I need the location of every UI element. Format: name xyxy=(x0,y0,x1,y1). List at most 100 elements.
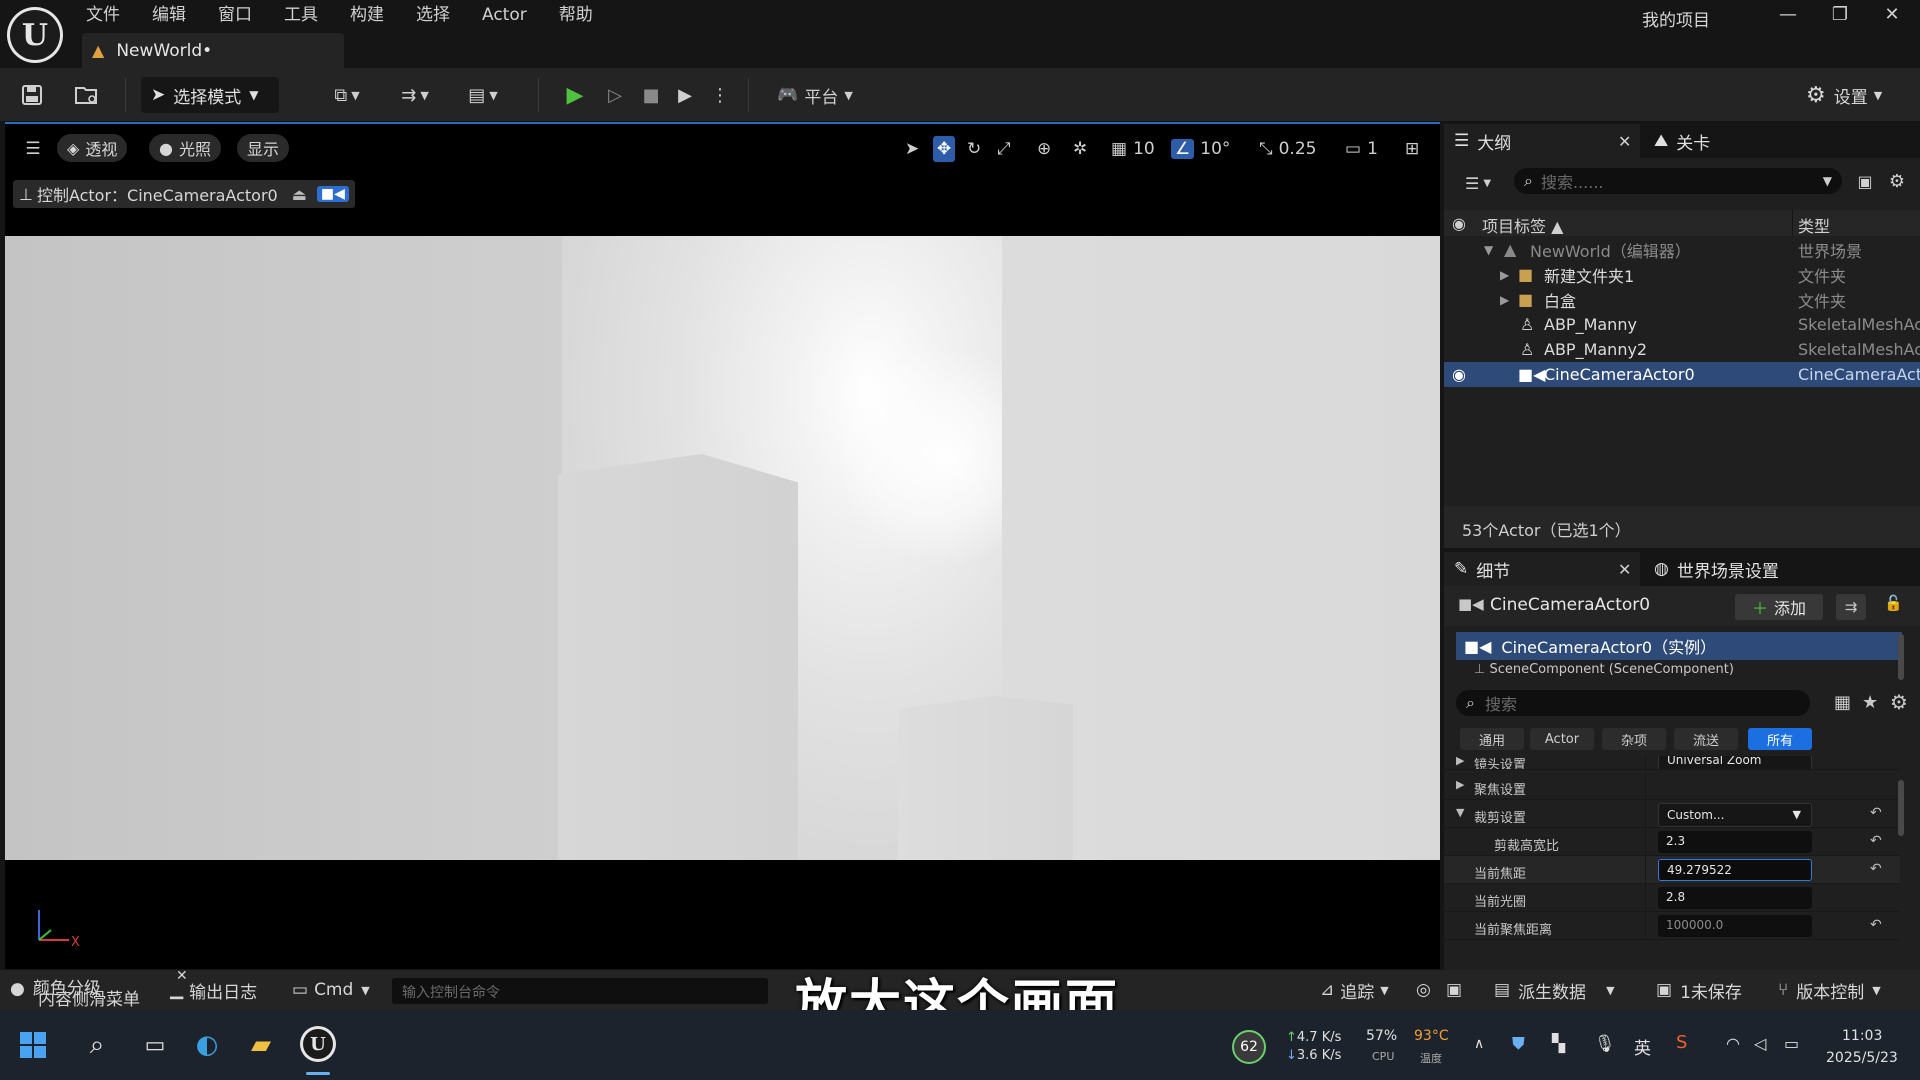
outliner-settings-icon[interactable]: ⚙ xyxy=(1884,164,1910,198)
layout-icon[interactable]: ⊞ xyxy=(1405,136,1419,162)
tray-app-icon[interactable]: ▚ xyxy=(1552,1034,1565,1054)
filter-streaming[interactable]: 流送 xyxy=(1674,728,1738,750)
sogou-input-icon[interactable]: S xyxy=(1676,1032,1687,1053)
menu-window[interactable]: 窗口 xyxy=(202,0,268,30)
tray-expand-icon[interactable]: ∧ xyxy=(1474,1036,1484,1052)
filter-icon[interactable]: ☰ ▼ xyxy=(1458,166,1498,200)
cmd-dropdown[interactable]: ▭ Cmd ▼ xyxy=(292,970,370,1010)
component-instance-row[interactable]: ■◀ CineCameraActor0（实例） xyxy=(1456,632,1902,660)
play-options-icon[interactable]: ⋮ xyxy=(708,78,732,112)
expand-arrow-icon[interactable]: ▶ xyxy=(1456,756,1464,767)
live-coding-icon[interactable]: ◎ xyxy=(1416,970,1431,1010)
reset-icon[interactable]: ↶ xyxy=(1870,917,1882,933)
eject-play-icon[interactable]: ▶ xyxy=(670,78,700,112)
battery-icon[interactable]: ▭ xyxy=(1784,1034,1799,1053)
column-label[interactable]: 项目标签 ▲ xyxy=(1482,213,1563,237)
prop-lens-settings[interactable]: ▶ 镜头设置 Universal Zoom xyxy=(1444,756,1900,770)
menu-build[interactable]: 构建 xyxy=(334,0,400,30)
lens-preset-dropdown[interactable]: Universal Zoom xyxy=(1658,756,1812,769)
lighting-button[interactable]: ● 光照 xyxy=(149,134,221,162)
hamburger-menu-icon[interactable]: ☰ xyxy=(19,136,47,162)
tree-row-manny2[interactable]: ♙ ABP_Manny2 SkeletalMeshActor xyxy=(1444,337,1920,362)
show-button[interactable]: 显示 xyxy=(237,134,290,162)
visibility-eye-icon[interactable]: ◉ xyxy=(1452,365,1466,384)
prop-aperture[interactable]: 当前光圈 2.8 xyxy=(1444,884,1900,912)
tree-row-world[interactable]: ▼ ▲ NewWorld（编辑器） 世界场景 xyxy=(1444,237,1920,262)
reset-icon[interactable]: ↶ xyxy=(1870,833,1882,849)
expand-arrow-icon[interactable]: ▶ xyxy=(1456,778,1464,791)
cinematics-icon[interactable]: ▤ ▼ xyxy=(458,78,508,112)
component-row-partial[interactable]: ⊥ SceneComponent (SceneComponent) xyxy=(1474,662,1894,676)
prop-crop-settings[interactable]: ▼ 裁剪设置 Custom... ▼ ↶ xyxy=(1444,800,1900,828)
aperture-input[interactable]: 2.8 xyxy=(1658,887,1812,909)
content-browser-icon[interactable] xyxy=(72,78,102,112)
expand-arrow-icon[interactable]: ▶ xyxy=(1500,268,1509,282)
console-command-input[interactable]: 输入控制台命令 xyxy=(392,978,768,1004)
scale-tool-icon[interactable]: ⤢ xyxy=(997,136,1011,162)
star-icon[interactable]: ★ xyxy=(1862,692,1878,713)
camera-view-icon[interactable]: ■◀ xyxy=(316,186,349,202)
details-settings-icon[interactable]: ⚙ xyxy=(1890,690,1908,714)
close-tab-icon[interactable]: ✕ xyxy=(1618,560,1631,579)
add-actor-icon[interactable]: ⧉ ▼ xyxy=(322,78,372,112)
platform-dropdown[interactable]: 🎮 平台 ▼ xyxy=(770,78,860,112)
wifi-icon[interactable]: ◠ xyxy=(1726,1034,1740,1053)
tab-details[interactable]: ✎ 细节 xyxy=(1444,552,1640,586)
prop-focus-distance[interactable]: 当前聚焦距离 100000.0 ↶ xyxy=(1444,912,1900,940)
level-viewport[interactable]: ☰ ◈ 透视 ● 光照 显示 ➤ ✥ ↻ ⤢ ⊕ ✲ ▦ 10 ∠ 10° ⤡ … xyxy=(5,124,1440,969)
snapshot-icon[interactable]: ▣ xyxy=(1446,970,1462,1010)
details-scrollbar[interactable] xyxy=(1898,780,1904,836)
expand-arrow-icon[interactable]: ▶ xyxy=(1500,293,1509,307)
filter-all[interactable]: 所有 xyxy=(1748,728,1812,750)
collapse-arrow-icon[interactable]: ▼ xyxy=(1456,806,1464,819)
visibility-eye-icon[interactable]: ◉ xyxy=(1452,214,1466,233)
reset-icon[interactable]: ↶ xyxy=(1870,861,1882,877)
filter-general[interactable]: 通用 xyxy=(1460,728,1524,750)
expand-arrow-icon[interactable]: ▼ xyxy=(1484,243,1493,257)
eject-icon[interactable]: ⏏ xyxy=(292,185,307,204)
menu-file[interactable]: 文件 xyxy=(70,0,136,30)
menu-help[interactable]: 帮助 xyxy=(543,0,609,30)
select-tool-icon[interactable]: ➤ xyxy=(905,136,919,162)
maximize-button[interactable]: ❐ xyxy=(1814,0,1866,30)
stop-icon[interactable]: ■ xyxy=(636,78,666,112)
color-grading-tab[interactable]: ● 颜色分级 ✕ xyxy=(10,968,188,999)
menu-actor[interactable]: Actor xyxy=(466,0,543,30)
crop-aspect-input[interactable]: 2.3 xyxy=(1658,831,1812,853)
add-component-button[interactable]: ＋ 添加 xyxy=(1735,594,1823,620)
camera-speed-button[interactable]: ▭ 1 xyxy=(1345,136,1378,162)
prop-crop-aspect[interactable]: 剪裁高宽比 2.3 ↶ xyxy=(1444,828,1900,856)
focal-length-input[interactable]: 49.279522 xyxy=(1658,859,1812,881)
tree-row-folder-2[interactable]: ▶ ■ 白盒 文件夹 xyxy=(1444,287,1920,312)
grid-snap-button[interactable]: ▦ 10 xyxy=(1111,136,1155,162)
filter-misc[interactable]: 杂项 xyxy=(1602,728,1666,750)
clock-date[interactable]: 2025/5/23 xyxy=(1826,1050,1898,1066)
perspective-button[interactable]: ◈ 透视 xyxy=(57,134,128,162)
translate-tool-icon[interactable]: ✥ xyxy=(933,136,956,162)
lock-icon[interactable]: 🔓 xyxy=(1884,594,1903,612)
reset-icon[interactable]: ↶ xyxy=(1870,805,1882,821)
volume-icon[interactable]: ◁ xyxy=(1754,1034,1766,1053)
trace-button[interactable]: ⊿ 追踪 ▼ xyxy=(1320,970,1389,1010)
world-local-icon[interactable]: ⊕ xyxy=(1037,136,1051,162)
menu-edit[interactable]: 编辑 xyxy=(136,0,202,30)
select-mode-dropdown[interactable]: ➤ 选择模式 ▼ xyxy=(141,77,279,113)
tab-levels[interactable]: ⛰ 关卡 xyxy=(1654,124,1804,158)
unreal-logo-icon[interactable]: U xyxy=(7,7,63,63)
rotate-tool-icon[interactable]: ↻ xyxy=(967,136,981,162)
menu-select[interactable]: 选择 xyxy=(400,0,466,30)
windows-start-icon[interactable] xyxy=(16,1028,50,1062)
performance-badge[interactable]: 62 xyxy=(1232,1030,1266,1064)
ime-indicator[interactable]: 英 xyxy=(1634,1034,1651,1059)
surface-snap-icon[interactable]: ✲ xyxy=(1073,136,1087,162)
details-actor-name[interactable]: CineCameraActor0 xyxy=(1490,595,1650,615)
column-type[interactable]: 类型 xyxy=(1798,213,1830,237)
close-tab-icon[interactable]: ✕ xyxy=(1618,132,1631,151)
search-icon[interactable]: ⌕ xyxy=(80,1028,114,1062)
menu-tools[interactable]: 工具 xyxy=(268,0,334,30)
unsaved-button[interactable]: ▣ 1未保存 xyxy=(1656,970,1742,1010)
details-top-scrollbar[interactable] xyxy=(1898,634,1904,680)
play-icon[interactable]: ▶ xyxy=(560,78,590,112)
source-control-button[interactable]: ⑂ 版本控制 ▼ xyxy=(1778,970,1881,1010)
close-tab-icon[interactable]: ✕ xyxy=(176,968,188,984)
